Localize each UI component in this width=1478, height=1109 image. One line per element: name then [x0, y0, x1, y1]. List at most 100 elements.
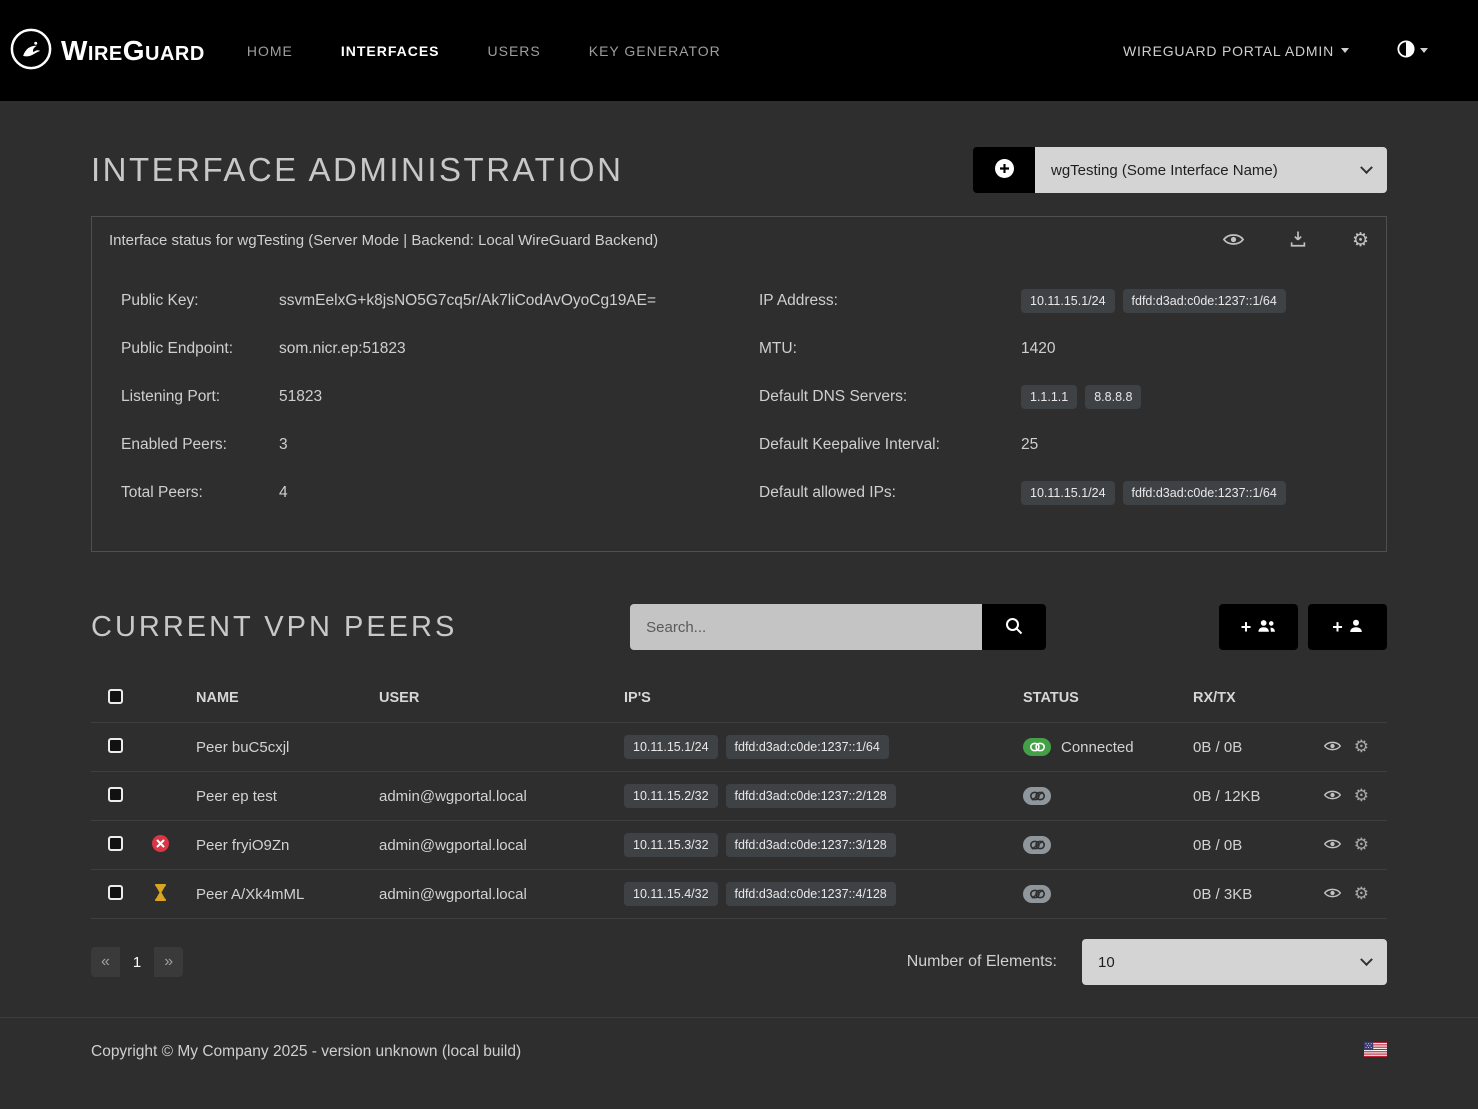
user-icon — [1349, 619, 1363, 636]
view-peer-button[interactable] — [1324, 887, 1341, 902]
table-header-row: NAME USER IP'S STATUS RX/TX — [91, 674, 1387, 723]
peer-user: admin@wgportal.local — [379, 837, 624, 854]
brand-text: WireGuard — [61, 35, 205, 67]
dns-badge: 1.1.1.1 — [1021, 385, 1077, 409]
view-config-button[interactable] — [1223, 232, 1244, 250]
chevron-down-icon — [1341, 48, 1349, 53]
add-interface-button[interactable] — [973, 147, 1035, 193]
theme-contrast-icon — [1397, 40, 1415, 62]
field-allowed-ips: Default allowed IPs: 10.11.15.1/24 fdfd:… — [759, 469, 1369, 517]
add-peer-button[interactable]: + — [1308, 604, 1387, 650]
peer-user: admin@wgportal.local — [379, 886, 624, 903]
eye-icon — [1324, 887, 1341, 902]
user-menu-label: WIREGUARD PORTAL ADMIN — [1123, 43, 1334, 59]
elements-per-page-select[interactable]: 10 — [1082, 939, 1387, 985]
search-input[interactable] — [630, 604, 982, 650]
peer-rxtx: 0B / 12KB — [1193, 788, 1303, 805]
select-all-checkbox[interactable] — [108, 689, 123, 704]
view-peer-button[interactable] — [1324, 789, 1341, 804]
nav-item-interfaces[interactable]: INTERFACES — [341, 43, 440, 59]
eye-icon — [1324, 838, 1341, 853]
eye-icon — [1324, 740, 1341, 755]
interface-select[interactable]: wgTesting (Some Interface Name) — [1035, 147, 1387, 193]
peer-name[interactable]: Peer fryiO9Zn — [179, 837, 379, 854]
gear-icon: ⚙ — [1354, 739, 1369, 756]
field-public-endpoint: Public Endpoint: som.nicr.ep:51823 — [109, 325, 719, 373]
plus-icon: + — [1241, 617, 1252, 638]
add-multiple-peers-button[interactable]: + — [1219, 604, 1298, 650]
peer-ip-badge: fdfd:d3ad:c0de:1237::4/128 — [726, 882, 896, 906]
copyright-text: Copyright © My Company 2025 - version un… — [91, 1043, 521, 1061]
peer-name[interactable]: Peer A/Xk4mML — [179, 886, 379, 903]
column-header-rxtx: RX/TX — [1193, 690, 1303, 706]
status-disconnected-icon — [1023, 787, 1051, 805]
users-group-icon — [1257, 619, 1276, 636]
pagination: « 1 » — [91, 947, 183, 976]
table-row: Peer ep test admin@wgportal.local 10.11.… — [91, 772, 1387, 821]
field-total-peers: Total Peers: 4 — [109, 469, 719, 517]
row-checkbox[interactable] — [108, 787, 123, 802]
column-header-ips: IP'S — [624, 690, 1023, 706]
gear-icon: ⚙ — [1352, 231, 1369, 250]
peer-name[interactable]: Peer buC5cxjl — [179, 739, 379, 756]
peer-rxtx: 0B / 0B — [1193, 837, 1303, 854]
peer-ip-badge: fdfd:d3ad:c0de:1237::2/128 — [726, 784, 896, 808]
field-enabled-peers: Enabled Peers: 3 — [109, 421, 719, 469]
chevron-down-icon — [1420, 48, 1428, 53]
download-icon — [1289, 230, 1307, 251]
peer-pending-icon — [154, 884, 167, 905]
peer-ip-badge: fdfd:d3ad:c0de:1237::1/64 — [726, 735, 889, 759]
column-header-name: NAME — [179, 690, 379, 706]
status-disconnected-icon — [1023, 836, 1051, 854]
table-row: Peer buC5cxjl 10.11.15.1/24 fdfd:d3ad:c0… — [91, 723, 1387, 772]
search-button[interactable] — [982, 604, 1046, 650]
column-header-status: STATUS — [1023, 690, 1193, 706]
nav-item-users[interactable]: USERS — [488, 43, 541, 59]
edit-peer-button[interactable]: ⚙ — [1354, 837, 1369, 854]
user-menu-dropdown[interactable]: WIREGUARD PORTAL ADMIN — [1123, 43, 1349, 59]
page-footer: Copyright © My Company 2025 - version un… — [0, 1017, 1478, 1091]
peer-expired-icon — [152, 835, 169, 856]
peer-rxtx: 0B / 0B — [1193, 739, 1303, 756]
peer-user: admin@wgportal.local — [379, 788, 624, 805]
status-disconnected-icon — [1023, 885, 1051, 903]
table-row: Peer A/Xk4mML admin@wgportal.local 10.11… — [91, 870, 1387, 919]
edit-peer-button[interactable]: ⚙ — [1354, 739, 1369, 756]
search-icon — [1005, 617, 1023, 638]
edit-peer-button[interactable]: ⚙ — [1354, 886, 1369, 903]
language-flag-us-icon[interactable] — [1364, 1042, 1387, 1061]
field-mtu: MTU: 1420 — [759, 325, 1369, 373]
ip-badge: fdfd:d3ad:c0de:1237::1/64 — [1123, 481, 1286, 505]
dns-badge: 8.8.8.8 — [1085, 385, 1141, 409]
peer-ip-badge: 10.11.15.4/32 — [624, 882, 718, 906]
edit-peer-button[interactable]: ⚙ — [1354, 788, 1369, 805]
row-checkbox[interactable] — [108, 738, 123, 753]
wireguard-logo-icon — [10, 28, 52, 74]
edit-interface-button[interactable]: ⚙ — [1352, 231, 1369, 250]
ip-badge: fdfd:d3ad:c0de:1237::1/64 — [1123, 289, 1286, 313]
eye-icon — [1223, 232, 1244, 250]
ip-badge: 10.11.15.1/24 — [1021, 481, 1115, 505]
interface-status-title: Interface status for wgTesting (Server M… — [109, 232, 658, 249]
theme-toggle-dropdown[interactable] — [1397, 40, 1428, 62]
elements-per-page-value: 10 — [1098, 954, 1115, 971]
nav-item-home[interactable]: HOME — [247, 43, 293, 59]
view-peer-button[interactable] — [1324, 838, 1341, 853]
row-checkbox[interactable] — [108, 836, 123, 851]
column-header-user: USER — [379, 690, 624, 706]
download-config-button[interactable] — [1289, 230, 1307, 251]
field-dns-servers: Default DNS Servers: 1.1.1.1 8.8.8.8 — [759, 373, 1369, 421]
pagination-current-page[interactable]: 1 — [120, 949, 154, 976]
pagination-next-button[interactable]: » — [154, 947, 183, 976]
row-checkbox[interactable] — [108, 885, 123, 900]
gear-icon: ⚙ — [1354, 788, 1369, 805]
brand[interactable]: WireGuard — [10, 28, 205, 74]
pagination-prev-button[interactable]: « — [91, 947, 120, 976]
ip-badge: 10.11.15.1/24 — [1021, 289, 1115, 313]
peer-name[interactable]: Peer ep test — [179, 788, 379, 805]
nav-item-key-generator[interactable]: KEY GENERATOR — [589, 43, 721, 59]
view-peer-button[interactable] — [1324, 740, 1341, 755]
chevron-down-icon — [1360, 161, 1373, 174]
field-listening-port: Listening Port: 51823 — [109, 373, 719, 421]
field-ip-address: IP Address: 10.11.15.1/24 fdfd:d3ad:c0de… — [759, 277, 1369, 325]
